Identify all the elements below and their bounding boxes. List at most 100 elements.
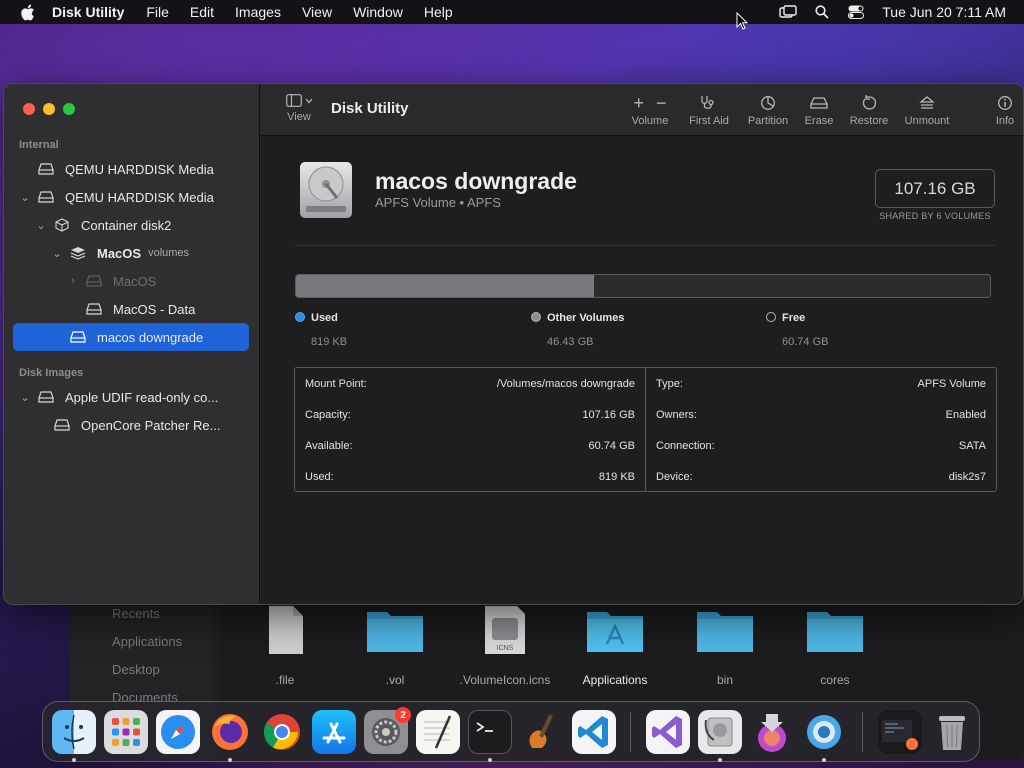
chevron-down-icon[interactable]: ⌄ <box>19 391 31 404</box>
legend-used-value: 819 KB <box>311 336 348 348</box>
header-divider <box>295 245 995 246</box>
chevron-down-icon[interactable]: ⌄ <box>35 219 47 232</box>
textedit-icon[interactable] <box>416 710 460 754</box>
dock-separator <box>630 712 631 752</box>
chevron-down-icon[interactable]: ⌄ <box>19 191 31 204</box>
menu-bar: Disk Utility File Edit Images View Windo… <box>0 0 1024 24</box>
menu-edit[interactable]: Edit <box>190 4 214 20</box>
volume-button[interactable]: + − Volume <box>625 93 675 128</box>
safari-icon[interactable] <box>156 710 200 754</box>
disk-image-icon <box>37 390 55 404</box>
info-label: Info <box>995 115 1015 127</box>
info-value: disk2s7 <box>948 470 986 483</box>
finder-icon[interactable] <box>52 710 96 754</box>
sidebar-item-macos-downgrade[interactable]: macos downgrade <box>13 323 249 351</box>
sidebar-item-label: Container disk2 <box>81 217 172 233</box>
chevron-down-icon[interactable]: ⌄ <box>51 247 63 260</box>
instruments-icon[interactable] <box>520 710 564 754</box>
menu-file[interactable]: File <box>146 4 169 20</box>
control-center-icon[interactable] <box>846 4 866 20</box>
first-aid-button[interactable]: First Aid <box>683 94 735 127</box>
finder-file[interactable]: .vol <box>345 604 445 687</box>
vscode-icon[interactable] <box>572 710 616 754</box>
sidebar-item-qemu-disk-2[interactable]: ⌄ QEMU HARDDISK Media <box>13 183 249 211</box>
info-key: Mount Point: <box>305 377 367 390</box>
opencore-icon[interactable] <box>802 710 846 754</box>
menu-images[interactable]: Images <box>235 4 281 20</box>
restore-button[interactable]: Restore <box>845 94 893 127</box>
sidebar-item-macos-data[interactable]: MacOS - Data <box>13 295 249 323</box>
info-key: Used: <box>305 470 334 483</box>
minimize-window-button[interactable] <box>43 103 55 115</box>
firefox-icon[interactable] <box>208 710 252 754</box>
sidebar-item-sublabel: volumes <box>148 247 190 259</box>
disk-utility-window: Internal QEMU HARDDISK Media ⌄ QEMU HARD… <box>3 83 1024 605</box>
finder-sidebar-recents[interactable]: Recents <box>112 606 160 621</box>
sidebar-item-qemu-disk-1[interactable]: QEMU HARDDISK Media <box>13 155 249 183</box>
sidebar: Internal QEMU HARDDISK Media ⌄ QEMU HARD… <box>4 84 260 604</box>
launchpad-icon[interactable] <box>104 710 148 754</box>
finder-file[interactable]: Applications <box>565 604 665 687</box>
partition-label: Partition <box>747 115 789 127</box>
partition-button[interactable]: Partition <box>743 94 793 127</box>
downloads-stack-icon[interactable] <box>878 710 922 754</box>
chrome-icon[interactable] <box>260 710 304 754</box>
shared-volumes-caption: SHARED BY 6 VOLUMES <box>879 211 991 221</box>
sidebar-item-opencore-patcher[interactable]: OpenCore Patcher Re... <box>13 411 249 439</box>
sidebar-toggle-icon <box>285 94 302 107</box>
finder-file-name: .vol <box>385 673 405 687</box>
finder-file[interactable]: .file <box>235 604 335 687</box>
sidebar-item-apple-udif[interactable]: ⌄ Apple UDIF read-only co... <box>13 383 249 411</box>
notification-badge: 2 <box>395 707 411 723</box>
finder-file[interactable]: ICNS .VolumeIcon.icns <box>455 604 555 687</box>
menu-help[interactable]: Help <box>424 4 453 20</box>
finder-file[interactable]: bin <box>675 604 775 687</box>
finder-sidebar-applications[interactable]: Applications <box>112 634 182 649</box>
add-volume-icon[interactable]: + <box>633 93 644 114</box>
menu-window[interactable]: Window <box>353 4 403 20</box>
erase-disk-icon <box>810 97 828 109</box>
visual-studio-icon[interactable] <box>646 710 690 754</box>
finder-file-name: .VolumeIcon.icns <box>459 673 551 687</box>
main-content: View Disk Utility + − Volume First Aid P… <box>261 84 1023 604</box>
sidebar-item-macos-volume-group[interactable]: ⌄ MacOS volumes <box>13 239 249 267</box>
applications-folder-icon <box>587 612 643 652</box>
legend-free-value: 60.74 GB <box>782 336 829 348</box>
menu-view[interactable]: View <box>302 4 332 20</box>
usage-bar <box>295 274 991 298</box>
spotlight-search-icon[interactable] <box>812 4 832 20</box>
menu-app-name[interactable]: Disk Utility <box>52 4 124 20</box>
remove-volume-icon[interactable]: − <box>656 93 667 114</box>
info-value: 60.74 GB <box>588 439 635 452</box>
apple-menu-icon[interactable] <box>18 3 36 21</box>
sidebar-item-container-disk2[interactable]: ⌄ Container disk2 <box>13 211 249 239</box>
close-window-button[interactable] <box>23 103 35 115</box>
menu-bar-extras: Tue Jun 20 7:11 AM <box>764 0 1006 24</box>
document-icon <box>269 606 303 654</box>
restore-label: Restore <box>849 115 889 127</box>
finder-file[interactable]: cores <box>785 604 885 687</box>
info-button[interactable]: Info <box>987 94 1023 127</box>
internal-disk-icon <box>37 162 55 176</box>
installer-icon[interactable] <box>750 710 794 754</box>
info-icon <box>998 96 1012 110</box>
sidebar-item-macos[interactable]: › MacOS <box>13 267 249 295</box>
finder-sidebar-desktop[interactable]: Desktop <box>112 662 160 677</box>
terminal-icon[interactable] <box>468 710 512 754</box>
trash-icon[interactable] <box>930 710 974 754</box>
volume-icon <box>85 302 103 316</box>
zoom-window-button[interactable] <box>63 103 75 115</box>
partition-pie-icon <box>761 96 775 110</box>
other-volumes-dot-icon <box>531 312 541 322</box>
screen-mirroring-icon[interactable] <box>778 4 798 20</box>
finder-file-name: bin <box>716 673 733 687</box>
erase-button[interactable]: Erase <box>799 94 839 127</box>
unmount-button[interactable]: Unmount <box>901 94 953 127</box>
first-aid-stethoscope-icon <box>701 96 714 109</box>
disk-utility-icon[interactable] <box>698 710 742 754</box>
view-menu-button[interactable]: View <box>279 94 319 123</box>
volume-size-box: 107.16 GB <box>875 169 995 208</box>
menu-bar-clock[interactable]: Tue Jun 20 7:11 AM <box>882 4 1006 20</box>
app-store-icon[interactable] <box>312 710 356 754</box>
chevron-right-icon[interactable]: › <box>67 275 79 287</box>
